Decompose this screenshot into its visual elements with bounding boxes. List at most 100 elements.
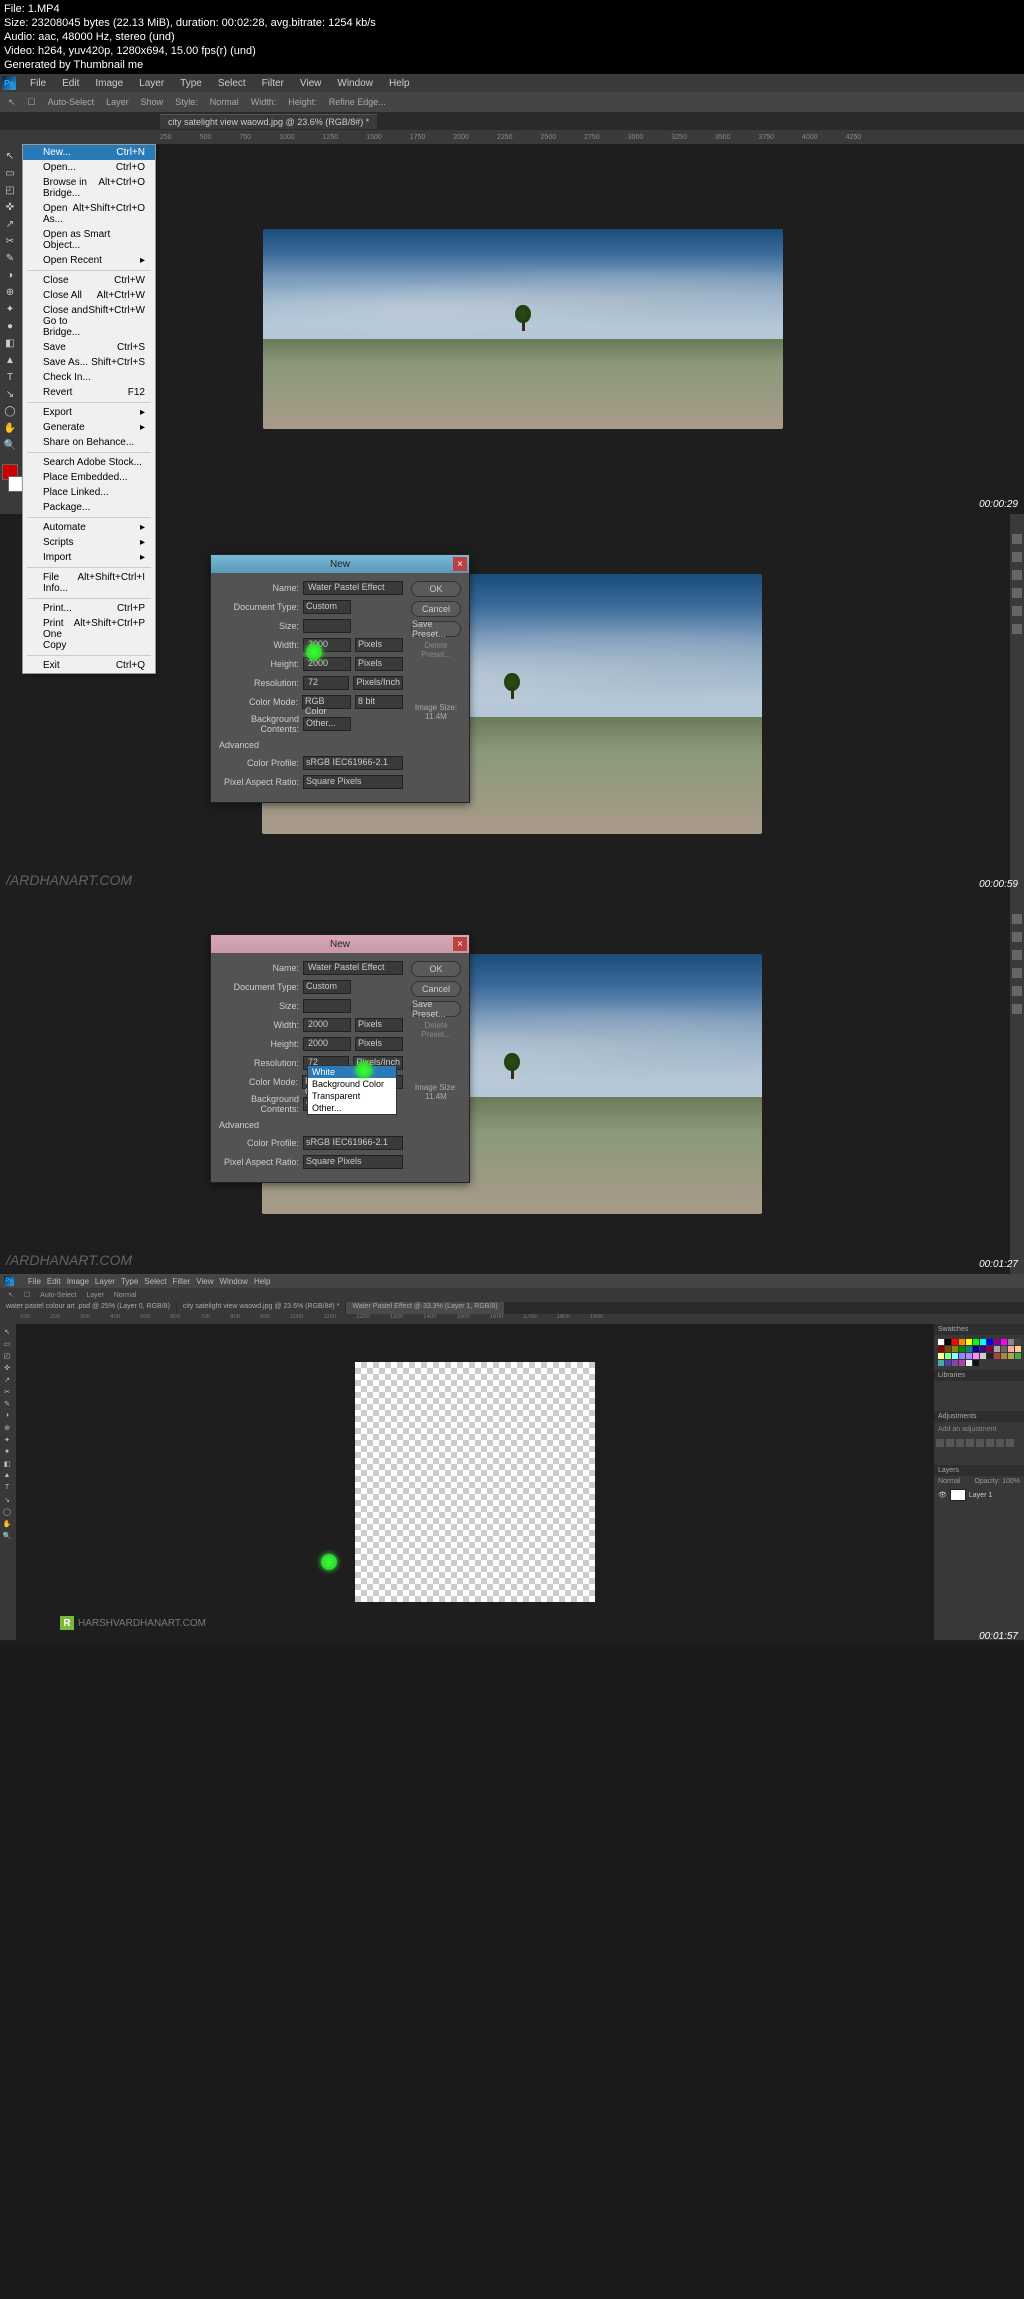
adjustment-icon[interactable]: [986, 1439, 994, 1447]
color-swatch[interactable]: [980, 1353, 986, 1359]
color-swatch[interactable]: [1008, 1353, 1014, 1359]
color-swatch[interactable]: [973, 1346, 979, 1352]
tool-icon[interactable]: ●: [0, 1446, 14, 1457]
file-menu-item[interactable]: File Info...Alt+Shift+Ctrl+I: [23, 570, 155, 596]
menu-type[interactable]: Type: [172, 75, 210, 92]
color-swatch[interactable]: [959, 1339, 965, 1345]
menu-file[interactable]: File: [22, 75, 54, 92]
menu-layer[interactable]: Layer: [131, 75, 172, 92]
panel-icon[interactable]: [1012, 950, 1022, 960]
menu-view[interactable]: View: [292, 75, 330, 92]
panel-icon[interactable]: [1012, 588, 1022, 598]
document-tab[interactable]: Water Pastel Effect @ 33.3% (Layer 1, RG…: [346, 1302, 503, 1314]
layer-name[interactable]: Layer 1: [969, 1492, 992, 1499]
canvas[interactable]: R HARSHVARDHANART.COM: [16, 1324, 934, 1640]
tool-icon[interactable]: ✎: [0, 250, 20, 266]
color-swatch[interactable]: [980, 1339, 986, 1345]
file-menu-item[interactable]: Place Embedded...: [23, 470, 155, 485]
tool-icon[interactable]: ◰: [0, 182, 20, 198]
menu-help[interactable]: Help: [254, 1277, 270, 1286]
color-swatch[interactable]: [952, 1353, 958, 1359]
panel-icon[interactable]: [1012, 914, 1022, 924]
color-swatch[interactable]: [959, 1353, 965, 1359]
color-swatch[interactable]: [938, 1346, 944, 1352]
document-tab[interactable]: water pastel colour art .psd @ 25% (Laye…: [0, 1302, 176, 1314]
doctype-field[interactable]: Custom: [303, 980, 351, 994]
menu-filter[interactable]: Filter: [254, 75, 292, 92]
panel-icon[interactable]: [1012, 624, 1022, 634]
cancel-button[interactable]: Cancel: [411, 981, 461, 997]
menu-window[interactable]: Window: [329, 75, 381, 92]
file-menu-item[interactable]: Open Recent▸: [23, 253, 155, 268]
file-menu-item[interactable]: CloseCtrl+W: [23, 273, 155, 288]
tool-icon[interactable]: T: [0, 369, 20, 385]
dropdown-option[interactable]: White: [308, 1066, 396, 1078]
swatches-tab[interactable]: Swatches: [934, 1324, 1024, 1335]
color-swatch[interactable]: [1001, 1353, 1007, 1359]
tool-icon[interactable]: ✂: [0, 1386, 14, 1397]
menu-type[interactable]: Type: [121, 1277, 138, 1286]
color-swatch[interactable]: [1015, 1353, 1021, 1359]
panel-icon[interactable]: [1012, 986, 1022, 996]
ok-button[interactable]: OK: [411, 961, 461, 977]
color-swatch[interactable]: [966, 1339, 972, 1345]
tool-icon[interactable]: ✎: [0, 1398, 14, 1409]
tool-icon[interactable]: ✦: [0, 301, 20, 317]
file-menu-item[interactable]: Browse in Bridge...Alt+Ctrl+O: [23, 175, 155, 201]
layer-thumbnail[interactable]: [950, 1489, 966, 1501]
tool-icon[interactable]: ✋: [0, 1518, 14, 1529]
adjustment-icon[interactable]: [996, 1439, 1004, 1447]
tool-icon[interactable]: ↗: [0, 1374, 14, 1385]
dropdown-option[interactable]: Background Color: [308, 1078, 396, 1090]
document-tab[interactable]: city satelight view waowd.jpg @ 23.6% (R…: [177, 1302, 346, 1314]
doctype-field[interactable]: Custom: [303, 600, 351, 614]
color-swatch[interactable]: [945, 1353, 951, 1359]
file-menu-item[interactable]: Save As...Shift+Ctrl+S: [23, 355, 155, 370]
file-menu-item[interactable]: Print One CopyAlt+Shift+Ctrl+P: [23, 616, 155, 653]
color-swatch[interactable]: [966, 1346, 972, 1352]
file-menu-item[interactable]: Search Adobe Stock...: [23, 455, 155, 470]
tool-icon[interactable]: ✋: [0, 420, 20, 436]
name-field[interactable]: Water Pastel Effect: [303, 961, 403, 975]
menu-select[interactable]: Select: [144, 1277, 166, 1286]
tool-icon[interactable]: T: [0, 1482, 14, 1493]
color-swatch[interactable]: [959, 1346, 965, 1352]
blend-mode[interactable]: Normal: [938, 1478, 961, 1485]
layer-item[interactable]: 👁 Layer 1: [934, 1487, 1024, 1503]
color-swatch[interactable]: [987, 1346, 993, 1352]
panel-icon[interactable]: [1012, 606, 1022, 616]
tool-icon[interactable]: ◯: [0, 1506, 14, 1517]
dropdown-option[interactable]: Transparent: [308, 1090, 396, 1102]
file-menu-item[interactable]: Open as Smart Object...: [23, 227, 155, 253]
menu-filter[interactable]: Filter: [173, 1277, 191, 1286]
size-field[interactable]: [303, 999, 351, 1013]
style-value[interactable]: Normal: [210, 97, 239, 107]
tool-icon[interactable]: ◑: [0, 267, 20, 283]
file-menu-item[interactable]: Package...: [23, 500, 155, 515]
menu-select[interactable]: Select: [210, 75, 254, 92]
tool-icon[interactable]: ◧: [0, 1458, 14, 1469]
color-swatch[interactable]: [1015, 1339, 1021, 1345]
tool-icon[interactable]: ✜: [0, 1362, 14, 1373]
save-preset-button[interactable]: Save Preset...: [411, 621, 461, 637]
file-menu-item[interactable]: Open...Ctrl+O: [23, 160, 155, 175]
tool-icon[interactable]: ⊕: [0, 1422, 14, 1433]
color-swatch[interactable]: [994, 1353, 1000, 1359]
file-menu-item[interactable]: Share on Behance...: [23, 435, 155, 450]
color-swatch[interactable]: [987, 1339, 993, 1345]
file-menu-item[interactable]: RevertF12: [23, 385, 155, 400]
panel-icon[interactable]: [1012, 552, 1022, 562]
file-menu-item[interactable]: Open As...Alt+Shift+Ctrl+O: [23, 201, 155, 227]
color-swatch[interactable]: [938, 1360, 944, 1366]
color-swatch[interactable]: [1001, 1346, 1007, 1352]
close-button[interactable]: ×: [453, 557, 467, 571]
file-menu-item[interactable]: Place Linked...: [23, 485, 155, 500]
file-menu-item[interactable]: Scripts▸: [23, 535, 155, 550]
menu-edit[interactable]: Edit: [54, 75, 87, 92]
menu-help[interactable]: Help: [381, 75, 418, 92]
color-swatch[interactable]: [952, 1346, 958, 1352]
menu-edit[interactable]: Edit: [47, 1277, 61, 1286]
tool-icon[interactable]: 🔍: [0, 1530, 14, 1541]
color-swatch[interactable]: [938, 1353, 944, 1359]
menu-view[interactable]: View: [196, 1277, 213, 1286]
